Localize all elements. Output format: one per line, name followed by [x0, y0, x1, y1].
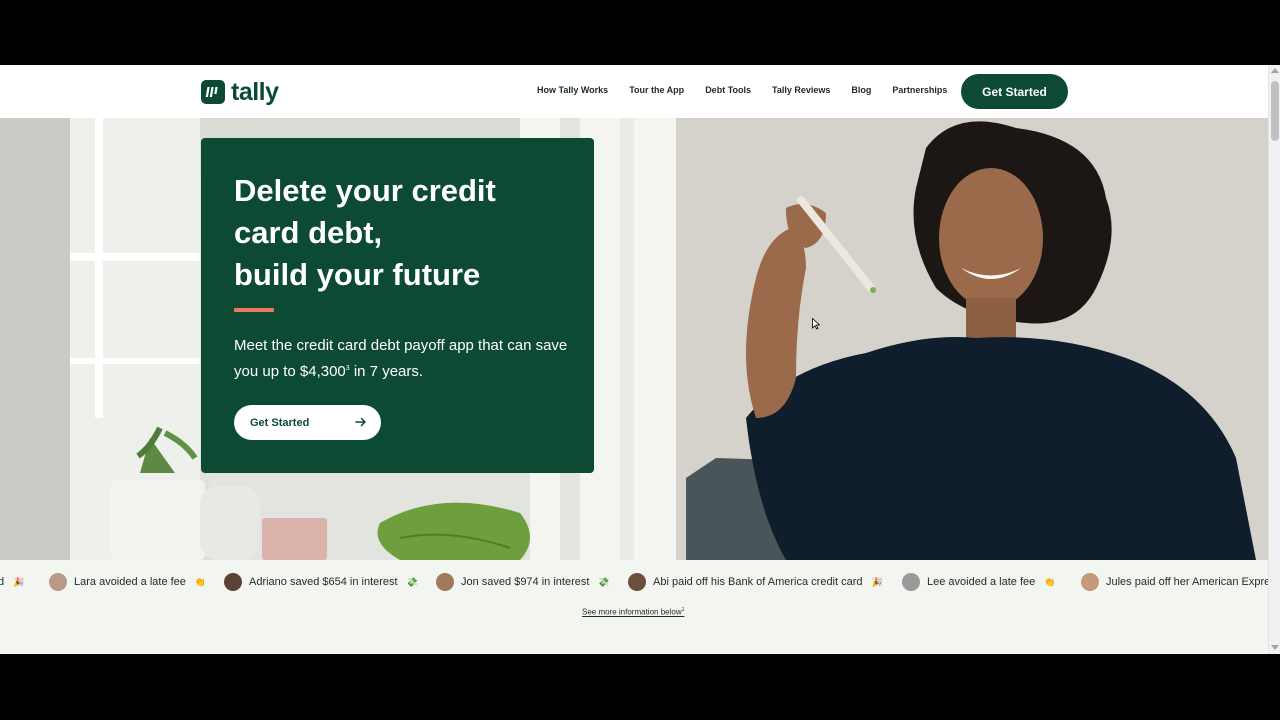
ticker-item-text: Jon saved $974 in interest — [461, 576, 590, 588]
hero-promo-card: Delete your credit card debt, build your… — [201, 138, 594, 473]
main-nav: How Tally Works Tour the App Debt Tools … — [537, 85, 968, 95]
ticker-item-text: Jules paid off her American Express — [1106, 576, 1268, 588]
header-get-started-button[interactable]: Get Started — [961, 74, 1068, 109]
logo-wordmark: tally — [231, 78, 279, 106]
browser-viewport: tally How Tally Works Tour the App Debt … — [0, 65, 1280, 654]
see-more-information-link[interactable]: See more information below1 — [582, 607, 684, 617]
scroll-up-arrow-icon[interactable] — [1271, 68, 1279, 73]
hero-subtitle: Meet the credit card debt payoff app tha… — [234, 334, 574, 383]
avatar — [436, 573, 454, 591]
money-with-wings-icon: 💸 — [598, 576, 610, 587]
scroll-down-arrow-icon[interactable] — [1271, 645, 1279, 650]
avatar — [224, 573, 242, 591]
hero-title: Delete your credit card debt, build your… — [234, 170, 574, 296]
ticker-item: Jon saved $974 in interest 💸 — [436, 570, 610, 594]
ticker-item: d 🎉 — [0, 570, 24, 594]
nav-blog[interactable]: Blog — [851, 85, 871, 95]
tally-logo[interactable]: tally — [201, 78, 279, 106]
arrow-right-icon — [355, 416, 367, 431]
site-header: tally How Tally Works Tour the App Debt … — [0, 65, 1268, 118]
hero-title-line-2: card debt, — [234, 215, 383, 250]
clapping-hands-icon: 👏 — [194, 576, 207, 587]
avatar — [49, 573, 67, 591]
nav-partnerships[interactable]: Partnerships — [892, 85, 947, 95]
hero-title-line-1: Delete your credit — [234, 173, 496, 208]
see-more-label: See more information below — [582, 607, 682, 617]
clapping-hands-icon: 👏 — [1044, 576, 1056, 587]
nav-tally-reviews[interactable]: Tally Reviews — [772, 85, 830, 95]
accent-divider — [234, 308, 274, 312]
money-with-wings-icon: 💸 — [406, 576, 418, 587]
tally-logo-icon — [201, 80, 225, 104]
ticker-item: Lee avoided a late fee 👏 — [902, 570, 1055, 594]
ticker-item: Jules paid off her American Express — [1081, 570, 1268, 594]
hero-section: Delete your credit card debt, build your… — [0, 118, 1268, 560]
ticker-item-text: d — [0, 576, 5, 588]
ticker-item-text: Adriano saved $654 in interest — [249, 576, 398, 588]
ticker-item: Adriano saved $654 in interest 💸 — [224, 570, 418, 594]
mouse-cursor-icon — [812, 317, 821, 335]
savings-ticker: d 🎉 Lara avoided a late fee 👏 Adriano sa… — [0, 560, 1268, 654]
ticker-item-text: Lee avoided a late fee — [927, 576, 1036, 588]
ticker-item-text: Lara avoided a late fee — [74, 576, 186, 588]
avatar — [1081, 573, 1099, 591]
ticker-item-text: Abi paid off his Bank of America credit … — [653, 576, 863, 588]
party-popper-icon: 🎉 — [13, 576, 25, 587]
nav-how-tally-works[interactable]: How Tally Works — [537, 85, 608, 95]
hero-title-line-3: build your future — [234, 257, 481, 292]
nav-tour-the-app[interactable]: Tour the App — [629, 85, 684, 95]
nav-debt-tools[interactable]: Debt Tools — [705, 85, 751, 95]
avatar — [902, 573, 920, 591]
party-popper-icon: 🎉 — [871, 576, 883, 587]
hero-cta-label: Get Started — [250, 416, 310, 429]
ticker-item: Abi paid off his Bank of America credit … — [628, 570, 883, 594]
avatar — [628, 573, 646, 591]
ticker-item: Lara avoided a late fee 👏 — [49, 570, 206, 594]
smiling-woman-illustration — [676, 118, 1268, 560]
hero-get-started-button[interactable]: Get Started — [234, 405, 381, 440]
scrollbar-thumb[interactable] — [1271, 81, 1279, 141]
hero-person-photo — [676, 118, 1268, 560]
page-scrollbar[interactable] — [1268, 65, 1280, 654]
hero-subtitle-suffix: in 7 years. — [349, 363, 424, 380]
see-more-footnote: 1 — [681, 607, 685, 613]
